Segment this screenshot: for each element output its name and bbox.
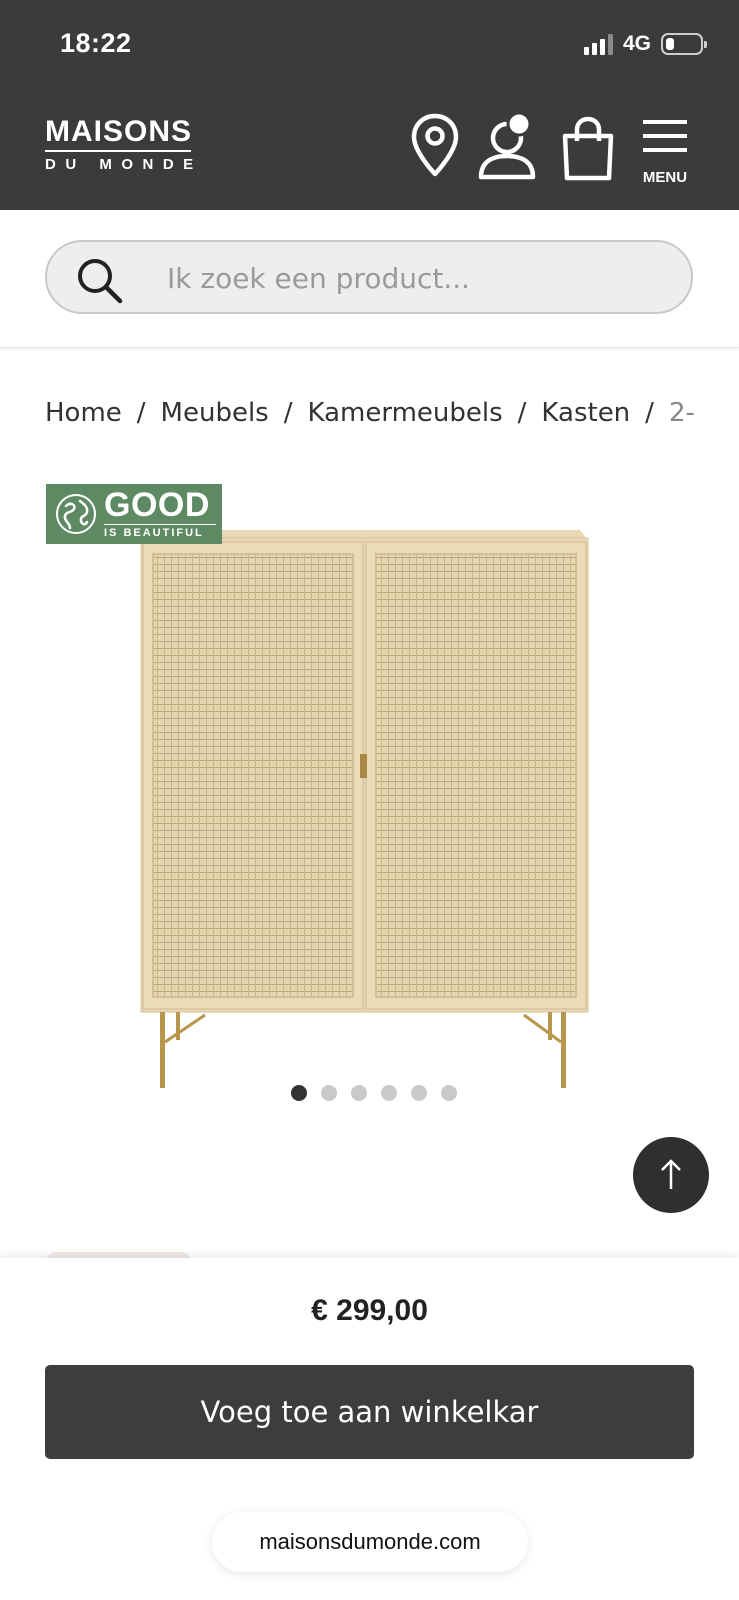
sticky-buy-bar: € 299,00 Voeg toe aan winkelkar maisonsd…	[0, 1258, 739, 1600]
product-price: € 299,00	[311, 1294, 428, 1327]
arrow-up-icon	[661, 1159, 681, 1189]
top-header: 18:22 4G MAISONS DU MONDE MENU	[0, 0, 739, 210]
carousel-dot[interactable]	[380, 1085, 397, 1101]
brand-logo[interactable]: MAISONS DU MONDE	[45, 117, 203, 173]
logo-top-text: MAISONS	[45, 115, 193, 148]
globe-icon	[56, 494, 96, 534]
menu-button[interactable]: MENU	[630, 115, 700, 190]
battery-icon	[661, 33, 707, 55]
search-input[interactable]	[167, 260, 647, 296]
breadcrumb-item-kasten[interactable]: Kasten	[541, 398, 630, 428]
breadcrumb-item-home[interactable]: Home	[45, 398, 122, 428]
badge-subtitle: IS BEAUTIFUL	[104, 527, 204, 539]
product-image[interactable]	[0, 470, 739, 1120]
account-icon[interactable]	[478, 110, 544, 182]
breadcrumb: Home/Meubels/Kamermeubels/Kasten/2-deurs…	[45, 398, 695, 438]
sustainability-badge: GOOD IS BEAUTIFUL	[46, 484, 222, 544]
carousel-dot[interactable]	[320, 1085, 337, 1101]
network-type: 4G	[622, 32, 651, 55]
signal-icon	[583, 33, 613, 55]
badge-title: GOOD	[104, 486, 210, 524]
add-to-cart-button[interactable]: Voeg toe aan winkelkar	[45, 1365, 694, 1459]
carousel-dot[interactable]	[410, 1085, 427, 1101]
status-indicators: 4G	[583, 32, 707, 56]
location-pin-icon[interactable]	[410, 112, 460, 180]
search-bar[interactable]	[45, 240, 693, 314]
image-carousel-dots	[0, 1085, 739, 1101]
carousel-dot[interactable]	[290, 1085, 307, 1101]
search-section	[0, 210, 739, 348]
search-icon[interactable]	[75, 256, 125, 306]
shopping-bag-icon[interactable]	[560, 116, 616, 182]
logo-bottom-text: DU MONDE	[45, 156, 203, 173]
breadcrumb-current: 2-deurs kast	[668, 398, 695, 428]
breadcrumb-item-kamermeubels[interactable]: Kamermeubels	[308, 398, 503, 428]
scroll-to-top-button[interactable]	[633, 1137, 709, 1213]
status-time: 18:22	[60, 28, 132, 58]
carousel-dot[interactable]	[440, 1085, 457, 1101]
carousel-dot[interactable]	[350, 1085, 367, 1101]
browser-url-bar[interactable]: maisonsdumonde.com	[212, 1512, 528, 1572]
breadcrumb-item-meubels[interactable]: Meubels	[161, 398, 269, 428]
hamburger-menu-icon	[643, 120, 687, 152]
menu-label: MENU	[642, 169, 688, 186]
